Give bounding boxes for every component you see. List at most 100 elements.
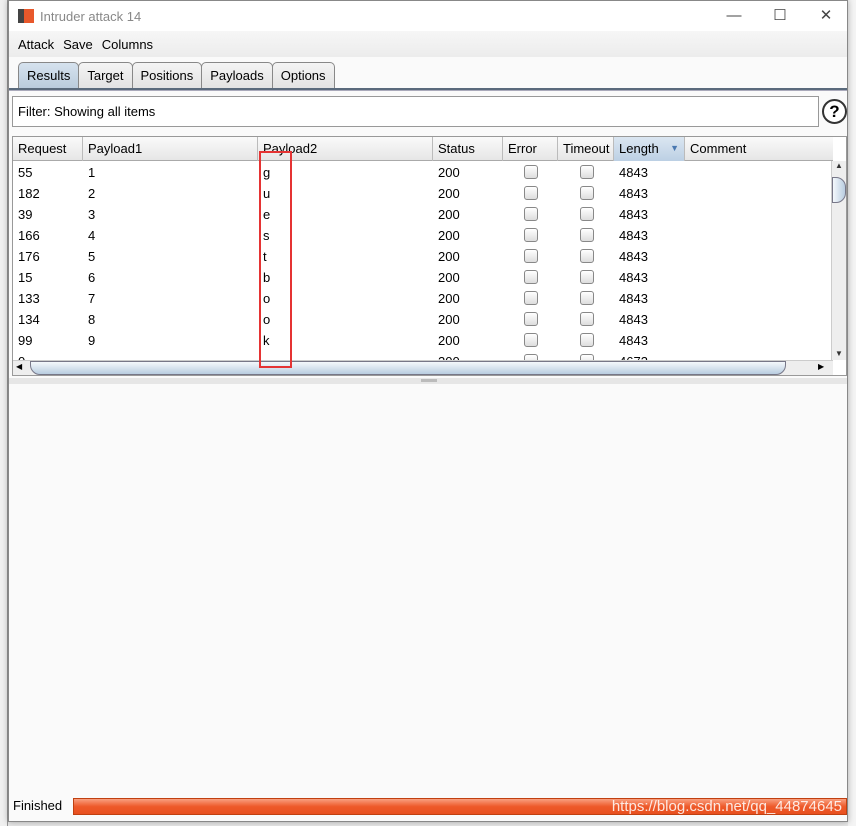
- col-comment[interactable]: Comment: [685, 137, 833, 161]
- scrollbar-thumb[interactable]: [832, 177, 846, 203]
- scroll-up-icon[interactable]: ▲: [832, 161, 846, 170]
- cell-status: 200: [438, 186, 460, 201]
- error-checkbox: [524, 228, 538, 242]
- cell-length: 4843: [619, 270, 648, 285]
- tab-divider: [9, 88, 847, 91]
- col-length-label: Length: [619, 141, 659, 156]
- timeout-checkbox: [580, 312, 594, 326]
- filter-bar[interactable]: Filter: Showing all items: [12, 96, 819, 127]
- table-row[interactable]: 39 3 e 200 4843: [13, 204, 833, 225]
- cell-payload1: 5: [88, 249, 96, 264]
- burp-logo-icon: [18, 9, 34, 23]
- tab-positions[interactable]: Positions: [131, 62, 203, 89]
- cell-length: 4843: [619, 312, 648, 327]
- cell-status: 200: [438, 312, 460, 327]
- cell-request: 99: [18, 333, 33, 348]
- timeout-checkbox: [580, 186, 594, 200]
- scroll-right-icon[interactable]: ▶: [818, 362, 824, 371]
- cell-length: 4843: [619, 228, 648, 243]
- timeout-checkbox: [580, 165, 594, 179]
- col-request[interactable]: Request: [13, 137, 83, 161]
- cell-payload1: 8: [88, 312, 96, 327]
- cell-payload1: 7: [88, 291, 96, 306]
- cell-payload1: 1: [88, 165, 96, 180]
- scroll-left-icon[interactable]: ◀: [16, 362, 22, 371]
- highlight-box: [259, 151, 292, 368]
- table-row[interactable]: 15 6 b 200 4843: [13, 267, 833, 288]
- progress-bar: https://blog.csdn.net/qq_44874645: [73, 798, 847, 815]
- col-status[interactable]: Status: [433, 137, 503, 161]
- menu-attack[interactable]: Attack: [18, 37, 54, 52]
- timeout-checkbox: [580, 207, 594, 221]
- cell-payload1: 9: [88, 333, 96, 348]
- cell-status: 200: [438, 270, 460, 285]
- cell-length: 4843: [619, 207, 648, 222]
- cell-status: 200: [438, 165, 460, 180]
- table-row[interactable]: 176 5 t 200 4843: [13, 246, 833, 267]
- col-timeout[interactable]: Timeout: [558, 137, 614, 161]
- title-bar: Intruder attack 14 — ☐ ✕: [9, 1, 847, 31]
- error-checkbox: [524, 291, 538, 305]
- tab-results[interactable]: Results: [18, 62, 80, 89]
- vertical-scrollbar[interactable]: ▲ ▼: [831, 161, 846, 360]
- tab-payloads[interactable]: Payloads: [201, 62, 273, 89]
- cell-length: 4843: [619, 291, 648, 306]
- minimize-button[interactable]: —: [711, 1, 757, 31]
- table-row[interactable]: 182 2 u 200 4843: [13, 183, 833, 204]
- cell-request: 133: [18, 291, 40, 306]
- scroll-down-icon[interactable]: ▼: [832, 349, 846, 358]
- table-row[interactable]: 134 8 o 200 4843: [13, 309, 833, 330]
- cell-request: 166: [18, 228, 40, 243]
- cell-request: 15: [18, 270, 33, 285]
- error-checkbox: [524, 186, 538, 200]
- menu-save[interactable]: Save: [63, 37, 93, 52]
- tab-bar: Results Target Positions Payloads Option…: [18, 62, 335, 89]
- close-button[interactable]: ✕: [803, 1, 849, 31]
- timeout-checkbox: [580, 270, 594, 284]
- cell-length: 4843: [619, 165, 648, 180]
- scrollbar-thumb[interactable]: [30, 361, 786, 375]
- cell-length: 4843: [619, 186, 648, 201]
- col-length[interactable]: Length ▼: [614, 137, 685, 161]
- help-icon[interactable]: ?: [822, 99, 847, 124]
- table-row[interactable]: 133 7 o 200 4843: [13, 288, 833, 309]
- intruder-window: Intruder attack 14 — ☐ ✕ Attack Save Col…: [8, 0, 848, 822]
- tab-target[interactable]: Target: [78, 62, 133, 89]
- cell-request: 182: [18, 186, 40, 201]
- table-header: Request Payload1 Payload2 Status Error T…: [13, 137, 833, 161]
- cell-payload1: 4: [88, 228, 96, 243]
- error-checkbox: [524, 333, 538, 347]
- menu-columns[interactable]: Columns: [102, 37, 153, 52]
- window-title: Intruder attack 14: [40, 8, 142, 24]
- cell-request: 39: [18, 207, 33, 222]
- cell-status: 200: [438, 249, 460, 264]
- cell-payload1: 2: [88, 186, 96, 201]
- cell-status: 200: [438, 207, 460, 222]
- cell-payload1: 3: [88, 207, 96, 222]
- menu-bar: Attack Save Columns: [9, 31, 847, 57]
- error-checkbox: [524, 312, 538, 326]
- table-row[interactable]: 55 1 g 200 4843: [13, 162, 833, 183]
- cell-status: 200: [438, 291, 460, 306]
- maximize-button[interactable]: ☐: [757, 1, 803, 31]
- timeout-checkbox: [580, 249, 594, 263]
- cell-request: 176: [18, 249, 40, 264]
- timeout-checkbox: [580, 291, 594, 305]
- cell-status: 200: [438, 228, 460, 243]
- tab-options[interactable]: Options: [271, 62, 335, 89]
- results-table: Request Payload1 Payload2 Status Error T…: [12, 136, 847, 376]
- table-row[interactable]: 99 9 k 200 4843: [13, 330, 833, 351]
- error-checkbox: [524, 249, 538, 263]
- watermark: https://blog.csdn.net/qq_44874645: [611, 798, 842, 815]
- sort-desc-icon: ▼: [670, 143, 679, 153]
- col-payload1[interactable]: Payload1: [83, 137, 258, 161]
- error-checkbox: [524, 207, 538, 221]
- divider-grip[interactable]: [421, 379, 437, 382]
- col-error[interactable]: Error: [503, 137, 558, 161]
- horizontal-scrollbar[interactable]: ◀ ▶: [13, 360, 833, 375]
- table-row[interactable]: 166 4 s 200 4843: [13, 225, 833, 246]
- background-window: [0, 0, 8, 826]
- background-window: [848, 0, 856, 826]
- cell-status: 200: [438, 333, 460, 348]
- split-pane-divider[interactable]: [9, 378, 847, 384]
